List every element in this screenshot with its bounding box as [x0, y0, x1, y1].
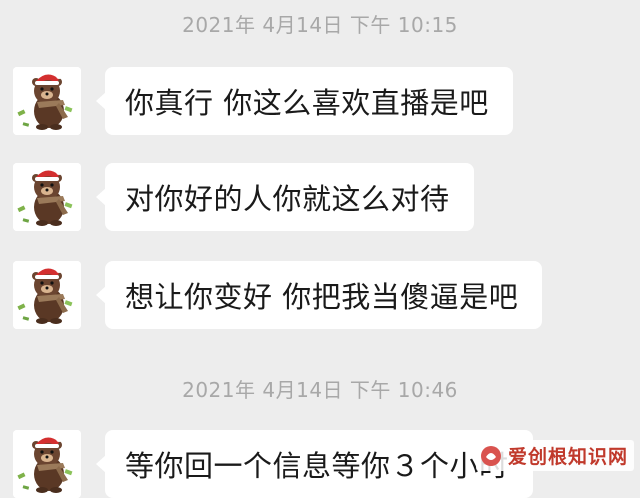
message-bubble[interactable]: 对你好的人你就这么对待: [96, 163, 474, 231]
message-text: 你真行 你这么喜欢直播是吧: [125, 86, 489, 120]
message-bubble[interactable]: 想让你变好 你把我当傻逼是吧: [95, 261, 543, 329]
watermark-logo-icon: [480, 445, 501, 466]
timestamp-1: 2021年 4月14日 下午 10:15: [182, 13, 458, 37]
message-bubble[interactable]: 你真行 你这么喜欢直播是吧: [96, 67, 513, 135]
message-bubble[interactable]: 等你回一个信息等你３个小时: [96, 430, 533, 498]
bear-santa-hat-avatar-icon[interactable]: [13, 430, 81, 498]
watermark: 爱创根知识网: [475, 440, 634, 471]
timestamp-2: 2021年 4月14日 下午 10:46: [182, 378, 458, 402]
bear-santa-hat-avatar-icon[interactable]: [13, 67, 81, 135]
message-text: 对你好的人你就这么对待: [125, 182, 450, 216]
bear-santa-hat-avatar-icon[interactable]: [13, 261, 81, 329]
bear-santa-hat-avatar-icon[interactable]: [13, 163, 81, 231]
watermark-text: 爱创根知识网: [507, 446, 628, 468]
message-text: 等你回一个信息等你３个小时: [125, 449, 509, 483]
message-text: 想让你变好 你把我当傻逼是吧: [125, 280, 519, 314]
